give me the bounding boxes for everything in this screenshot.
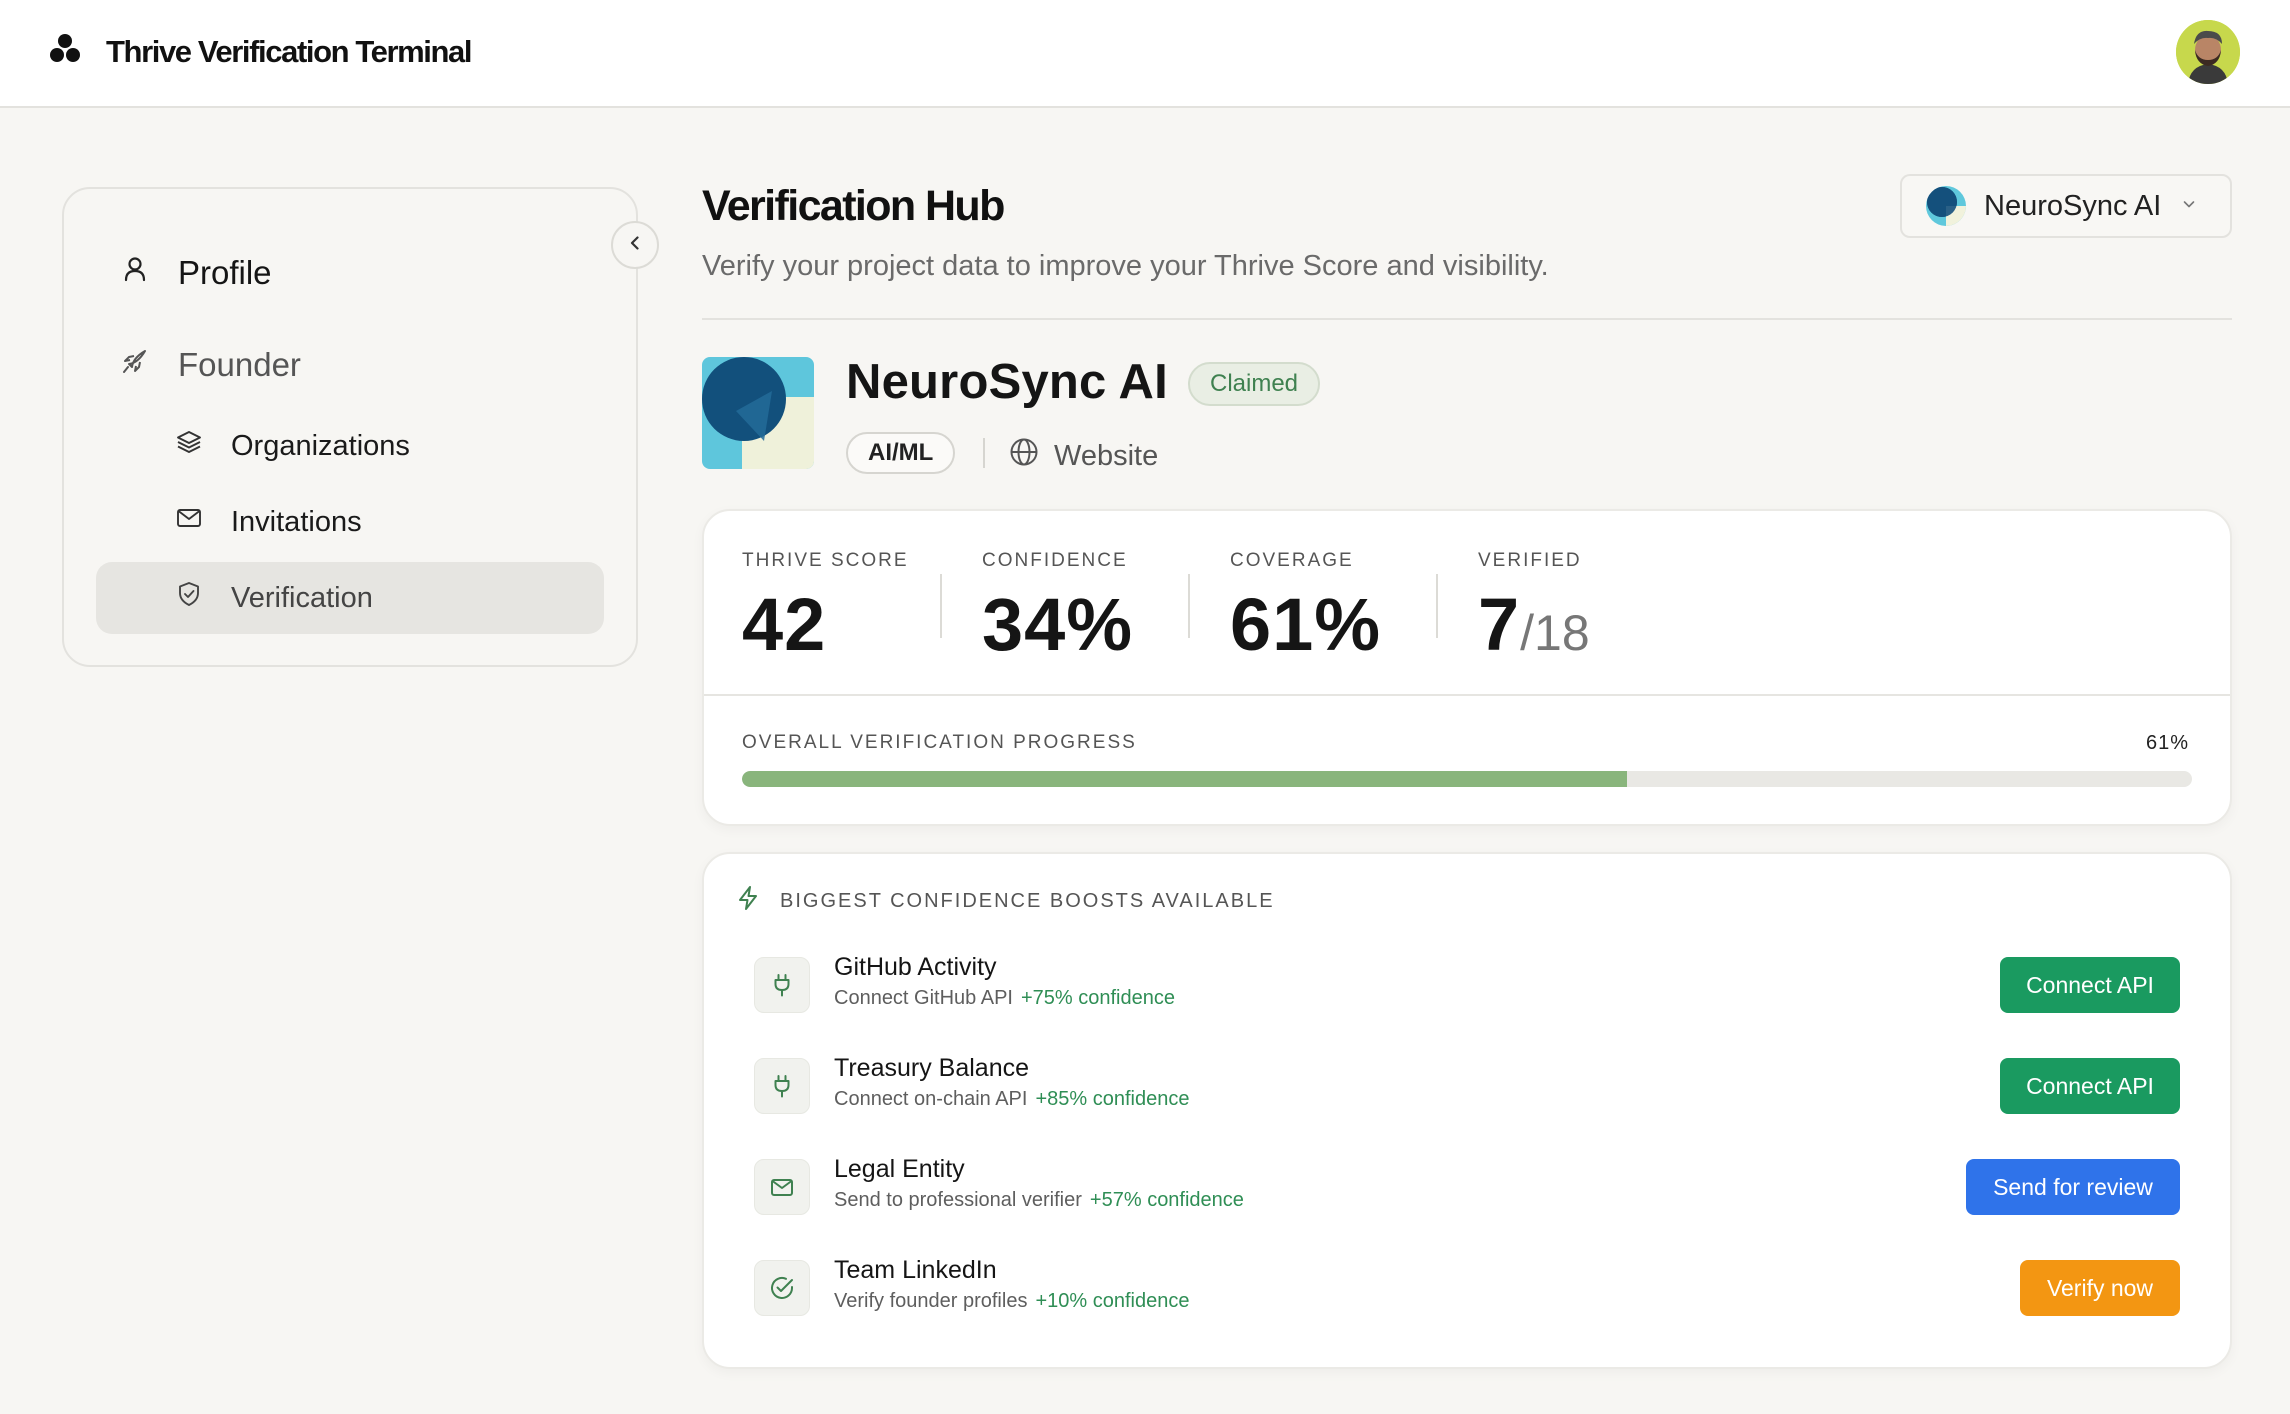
boost-confidence: +85% confidence — [1035, 1088, 1190, 1110]
sidebar-item-invitations[interactable]: Invitations — [175, 504, 362, 540]
connect-api-button[interactable]: Connect API — [2000, 957, 2180, 1013]
sidebar-item-organizations[interactable]: Organizations — [175, 428, 410, 464]
globe-icon — [1008, 436, 1054, 476]
boost-description: Send to professional verifier +57% confid… — [834, 1189, 1244, 1212]
lightning-icon — [734, 884, 780, 918]
stat-divider — [1436, 574, 1438, 638]
sidebar-collapse-button[interactable] — [611, 221, 659, 269]
progress-percent: 61% — [2146, 732, 2190, 754]
boost-desc-text: Verify founder profiles — [834, 1290, 1028, 1312]
sidebar-item-profile[interactable]: Profile — [120, 254, 272, 292]
boost-description: Connect GitHub API +75% confidence — [834, 987, 1175, 1010]
boost-description: Connect on-chain API +85% confidence — [834, 1088, 1189, 1111]
boosts-header: BIGGEST CONFIDENCE BOOSTS AVAILABLE — [734, 884, 1275, 918]
stat-value: 61% — [1230, 583, 1382, 666]
mail-icon — [175, 504, 203, 540]
logo-icon — [48, 32, 82, 71]
status-badge: Claimed — [1188, 362, 1321, 406]
check-circle-icon — [754, 1260, 810, 1316]
tag-divider — [983, 438, 985, 468]
boost-desc-text: Send to professional verifier — [834, 1189, 1082, 1211]
boost-name: GitHub Activity — [834, 953, 997, 981]
connect-api-button[interactable]: Connect API — [2000, 1058, 2180, 1114]
stat-confidence: CONFIDENCE 34% — [982, 550, 1133, 667]
layers-icon — [175, 428, 203, 464]
page-title: Verification Hub — [702, 182, 1005, 230]
header-divider — [702, 318, 2232, 320]
sidebar-item-founder[interactable]: Founder — [120, 346, 301, 384]
project-avatar-icon — [1926, 186, 1966, 226]
stats-divider — [704, 694, 2230, 696]
stat-value: 42 — [742, 583, 827, 666]
progress-bar — [742, 771, 2192, 787]
stat-verified: VERIFIED 7/18 — [1478, 550, 1590, 667]
sidebar-item-label: Founder — [178, 346, 301, 383]
stat-value: 7/18 — [1478, 582, 1590, 667]
progress-fill — [742, 771, 1627, 787]
project-selector-label: NeuroSync AI — [1984, 189, 2162, 222]
brand[interactable]: Thrive Verification Terminal — [48, 32, 472, 71]
boost-row-github: GitHub Activity Connect GitHub API +75% c… — [754, 953, 2180, 1013]
boost-name: Legal Entity — [834, 1155, 965, 1183]
stat-label: VERIFIED — [1478, 550, 1582, 571]
boost-name: Team LinkedIn — [834, 1256, 997, 1284]
plug-icon — [754, 1058, 810, 1114]
avatar[interactable] — [2176, 20, 2240, 84]
boost-confidence: +57% confidence — [1089, 1189, 1244, 1211]
boost-row-treasury: Treasury Balance Connect on-chain API +85… — [754, 1054, 2180, 1114]
shield-check-icon — [175, 580, 203, 616]
boost-description: Verify founder profiles +10% confidence — [834, 1290, 1189, 1313]
top-bar: Thrive Verification Terminal — [0, 0, 2290, 108]
boost-confidence: +75% confidence — [1020, 987, 1175, 1009]
boost-row-legal: Legal Entity Send to professional verifi… — [754, 1155, 2180, 1215]
category-tag[interactable]: AI/ML — [846, 432, 956, 474]
boosts-title: BIGGEST CONFIDENCE BOOSTS AVAILABLE — [780, 889, 1275, 912]
stat-coverage: COVERAGE 61% — [1230, 550, 1381, 667]
stat-divider — [1188, 574, 1190, 638]
sidebar-item-label: Organizations — [231, 429, 410, 462]
sidebar-item-label: Profile — [178, 254, 272, 291]
website-label: Website — [1054, 439, 1159, 472]
plug-icon — [754, 957, 810, 1013]
progress-label: OVERALL VERIFICATION PROGRESS — [742, 732, 1137, 753]
rocket-icon — [120, 346, 150, 384]
chevron-left-icon — [625, 233, 645, 258]
verified-total: /18 — [1520, 605, 1590, 661]
sidebar-item-verification[interactable]: Verification — [175, 580, 373, 616]
boost-desc-text: Connect GitHub API — [834, 987, 1013, 1009]
stat-thrive-score: THRIVE SCORE 42 — [742, 550, 909, 667]
chevron-down-icon — [2161, 196, 2197, 217]
mail-icon — [754, 1159, 810, 1215]
stat-label: CONFIDENCE — [982, 550, 1128, 571]
send-for-review-button[interactable]: Send for review — [1966, 1159, 2180, 1215]
verified-count: 7 — [1478, 583, 1521, 666]
project-logo — [702, 357, 814, 469]
stat-divider — [940, 574, 942, 638]
user-icon — [120, 254, 150, 292]
verify-now-button[interactable]: Verify now — [2020, 1260, 2180, 1316]
boost-confidence: +10% confidence — [1035, 1290, 1190, 1312]
project-selector[interactable]: NeuroSync AI — [1900, 174, 2232, 238]
boost-desc-text: Connect on-chain API — [834, 1088, 1028, 1110]
project-name: NeuroSync AI — [846, 355, 1168, 409]
app-title: Thrive Verification Terminal — [106, 33, 472, 69]
boost-name: Treasury Balance — [834, 1054, 1029, 1082]
stat-value: 34% — [982, 583, 1134, 666]
sidebar-item-label: Invitations — [231, 505, 362, 538]
stat-label: COVERAGE — [1230, 550, 1354, 571]
sidebar-item-label: Verification — [231, 581, 373, 614]
boost-row-linkedin: Team LinkedIn Verify founder profiles +10… — [754, 1256, 2180, 1316]
stat-label: THRIVE SCORE — [742, 550, 909, 571]
page-subtitle: Verify your project data to improve your… — [702, 250, 1549, 282]
website-link[interactable]: Website — [1008, 436, 1158, 476]
